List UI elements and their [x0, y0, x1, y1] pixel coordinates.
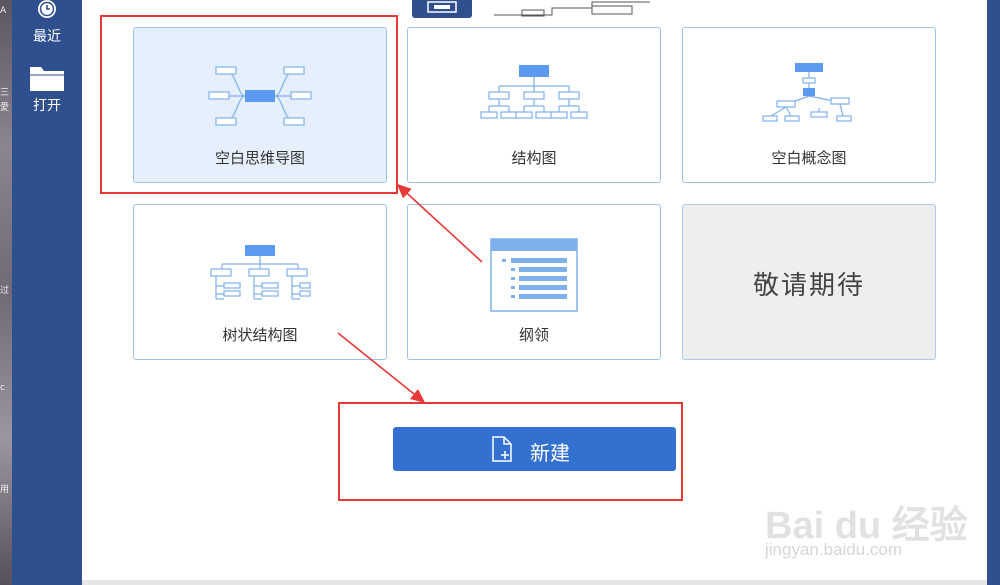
sidebar-item-recent[interactable]: 最近	[12, 0, 82, 46]
bottom-border	[82, 580, 987, 585]
new-file-icon	[491, 436, 513, 466]
edge-char: 三	[0, 88, 10, 98]
edge-char: A	[0, 6, 7, 16]
edge-char: 用	[0, 485, 10, 495]
template-label: 纲领	[518, 326, 549, 344]
template-label: 空白概念图	[771, 149, 847, 167]
edge-char: 愛	[0, 103, 10, 113]
template-card-coming-soon: 敬请期待	[682, 204, 936, 360]
tree-chart-icon	[210, 245, 311, 300]
sidebar: 最近 打开	[12, 0, 82, 585]
template-card-org-chart[interactable]: 结构图	[407, 27, 661, 183]
new-document-panel: 空白思维导图 结构图 空白概念图 树状结构图 纲领 敬请期待 新建	[82, 0, 987, 585]
template-card-outline[interactable]: 纲领	[407, 204, 661, 360]
concept-map-icon	[762, 63, 852, 122]
coming-soon-text: 敬请期待	[752, 271, 865, 301]
edge-char: 过	[0, 286, 10, 296]
template-tab-mind-map[interactable]	[412, 0, 472, 18]
new-button[interactable]: 新建	[393, 427, 676, 471]
flowchart-thumb-icon	[494, 1, 650, 17]
template-label: 结构图	[511, 149, 557, 167]
org-chart-icon	[480, 65, 588, 119]
edge-char: c	[0, 383, 5, 393]
sidebar-item-label: 最近	[33, 29, 61, 45]
desktop-edge: A 三 愛 过 c 用	[0, 0, 12, 585]
outline-icon	[490, 238, 578, 312]
template-card-concept-map[interactable]: 空白概念图	[682, 27, 936, 183]
new-button-label: 新建	[530, 441, 570, 465]
clock-icon	[12, 0, 82, 24]
window-right-border	[987, 0, 1000, 585]
template-label: 树状结构图	[222, 326, 298, 344]
layout-icon	[427, 1, 457, 13]
sidebar-item-label: 打开	[33, 98, 61, 114]
folder-icon	[12, 63, 82, 93]
template-card-mind-map[interactable]: 空白思维导图	[133, 27, 387, 183]
template-tab-flowchart[interactable]	[492, 0, 652, 18]
mind-map-icon	[208, 66, 312, 126]
template-label: 空白思维导图	[214, 149, 305, 167]
sidebar-item-open[interactable]: 打开	[12, 63, 82, 115]
template-card-tree-chart[interactable]: 树状结构图	[133, 204, 387, 360]
